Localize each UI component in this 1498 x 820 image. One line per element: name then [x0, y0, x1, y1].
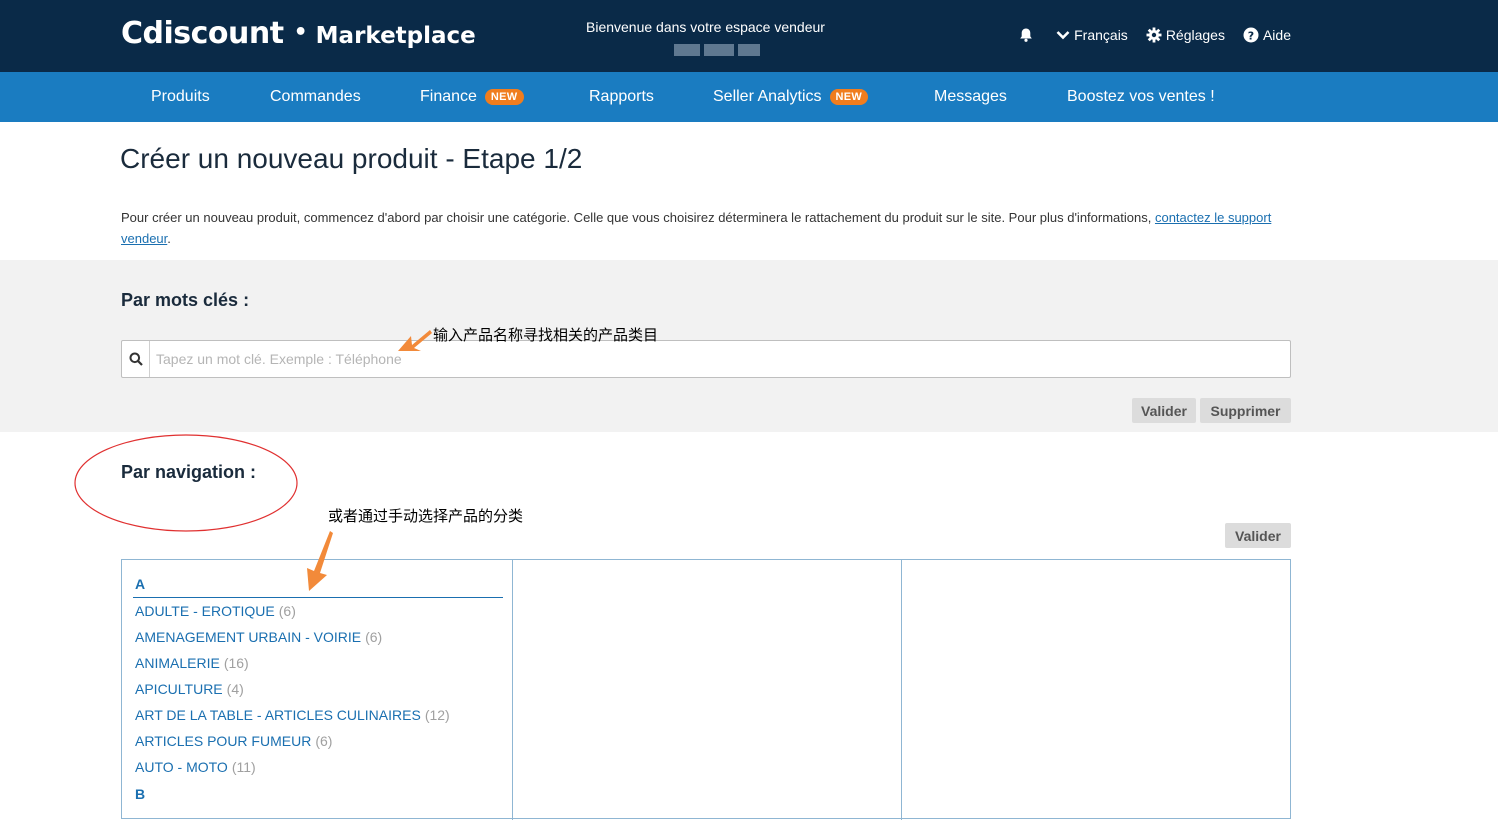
navigation-validate-button[interactable]: Valider — [1225, 523, 1291, 548]
welcome-message: Bienvenue dans votre espace vendeur — [586, 19, 825, 35]
search-icon[interactable] — [122, 341, 150, 377]
keyword-validate-button[interactable]: Valider — [1132, 398, 1196, 423]
letter-divider — [133, 597, 503, 598]
main-nav: Produits Commandes Finance NEW Rapports S… — [0, 72, 1498, 122]
letter-header-b: B — [135, 786, 146, 802]
category-column-2 — [513, 560, 902, 820]
category-item[interactable]: AMENAGEMENT URBAIN - VOIRIE (6) — [135, 629, 382, 645]
category-name: AMENAGEMENT URBAIN - VOIRIE — [135, 629, 362, 645]
intro-body: Pour créer un nouveau produit, commencez… — [121, 210, 1155, 225]
header-links: Français Réglages ? Aide — [1000, 27, 1291, 43]
help-link[interactable]: ? Aide — [1243, 27, 1291, 43]
nav-label: Finance — [420, 88, 477, 105]
language-label: Français — [1074, 27, 1128, 43]
category-name: APICULTURE — [135, 681, 223, 697]
gear-icon — [1146, 27, 1162, 43]
category-name: ART DE LA TABLE - ARTICLES CULINAIRES — [135, 707, 421, 723]
category-name: ANIMALERIE — [135, 655, 220, 671]
nav-label: Boostez vos ventes ! — [1067, 88, 1215, 105]
new-badge: NEW — [484, 89, 524, 105]
navigation-heading: Par navigation : — [121, 462, 257, 482]
category-item[interactable]: ARTICLES POUR FUMEUR (6) — [135, 733, 332, 749]
language-selector[interactable]: Français — [1056, 27, 1128, 43]
category-count: (16) — [223, 655, 249, 671]
category-column-1: A ADULTE - EROTIQUE (6) AMENAGEMENT URBAI… — [122, 560, 513, 820]
category-name: ADULTE - EROTIQUE — [135, 603, 275, 619]
settings-label: Réglages — [1165, 27, 1225, 43]
nav-item-commandes[interactable]: Commandes — [270, 88, 361, 106]
nav-label: Seller Analytics — [713, 88, 822, 105]
redacted-seller-name — [674, 44, 766, 56]
svg-text:?: ? — [1248, 29, 1254, 42]
category-column-3 — [902, 560, 1290, 820]
category-name: AUTO - MOTO — [135, 759, 228, 775]
nav-item-produits[interactable]: Produits — [151, 88, 210, 106]
nav-item-boostez[interactable]: Boostez vos ventes ! — [1067, 88, 1215, 106]
logo-brand: Cdiscount — [121, 16, 284, 51]
category-item[interactable]: APICULTURE (4) — [135, 681, 244, 697]
annotation-navigation-note: 或者通过手动选择产品的分类 — [328, 507, 524, 525]
category-item[interactable]: ART DE LA TABLE - ARTICLES CULINAIRES (12… — [135, 707, 450, 723]
nav-label: Commandes — [270, 88, 361, 105]
cdiscount-marketplace-logo[interactable]: Cdiscount • Marketplace — [121, 16, 476, 51]
nav-label: Rapports — [589, 88, 654, 105]
nav-label: Messages — [934, 88, 1007, 105]
page-title: Créer un nouveau produit - Etape 1/2 — [120, 143, 583, 174]
category-count: (6) — [365, 629, 383, 645]
nav-label: Produits — [151, 88, 210, 105]
nav-item-messages[interactable]: Messages — [934, 88, 1007, 106]
settings-link[interactable]: Réglages — [1146, 27, 1225, 43]
nav-item-rapports[interactable]: Rapports — [589, 88, 654, 106]
letter-header-a: A — [135, 576, 146, 592]
annotation-circle — [74, 434, 298, 532]
category-item[interactable]: ANIMALERIE (16) — [135, 655, 249, 671]
category-count: (6) — [278, 603, 296, 619]
logo-separator: • — [293, 20, 308, 45]
category-count: (12) — [424, 707, 450, 723]
category-item[interactable]: ADULTE - EROTIQUE (6) — [135, 603, 296, 619]
nav-item-seller-analytics[interactable]: Seller Analytics NEW — [713, 88, 869, 106]
help-label: Aide — [1262, 27, 1291, 43]
nav-item-finance[interactable]: Finance NEW — [420, 88, 524, 106]
bell-icon — [1020, 28, 1032, 42]
category-count: (11) — [231, 759, 256, 775]
notifications-button[interactable] — [1018, 27, 1038, 43]
new-badge: NEW — [829, 89, 869, 105]
intro-end: . — [167, 231, 171, 246]
category-item[interactable]: AUTO - MOTO (11) — [135, 759, 256, 775]
annotation-search-note: 输入产品名称寻找相关的产品类目 — [433, 326, 659, 344]
chevron-down-icon — [1056, 31, 1070, 40]
top-header: Cdiscount • Marketplace Bienvenue dans vot… — [0, 0, 1498, 72]
category-browser: A ADULTE - EROTIQUE (6) AMENAGEMENT URBAI… — [121, 559, 1291, 820]
keyword-search-box — [121, 340, 1291, 378]
intro-text: Pour créer un nouveau produit, commencez… — [121, 207, 1301, 249]
keyword-delete-button[interactable]: Supprimer — [1200, 398, 1291, 423]
category-name: ARTICLES POUR FUMEUR — [135, 733, 312, 749]
category-count: (4) — [226, 681, 244, 697]
logo-subtitle: Marketplace — [315, 23, 476, 49]
category-count: (6) — [315, 733, 333, 749]
keyword-heading: Par mots clés : — [121, 290, 250, 310]
question-circle-icon: ? — [1243, 27, 1259, 43]
keyword-search-input[interactable] — [156, 342, 1276, 376]
